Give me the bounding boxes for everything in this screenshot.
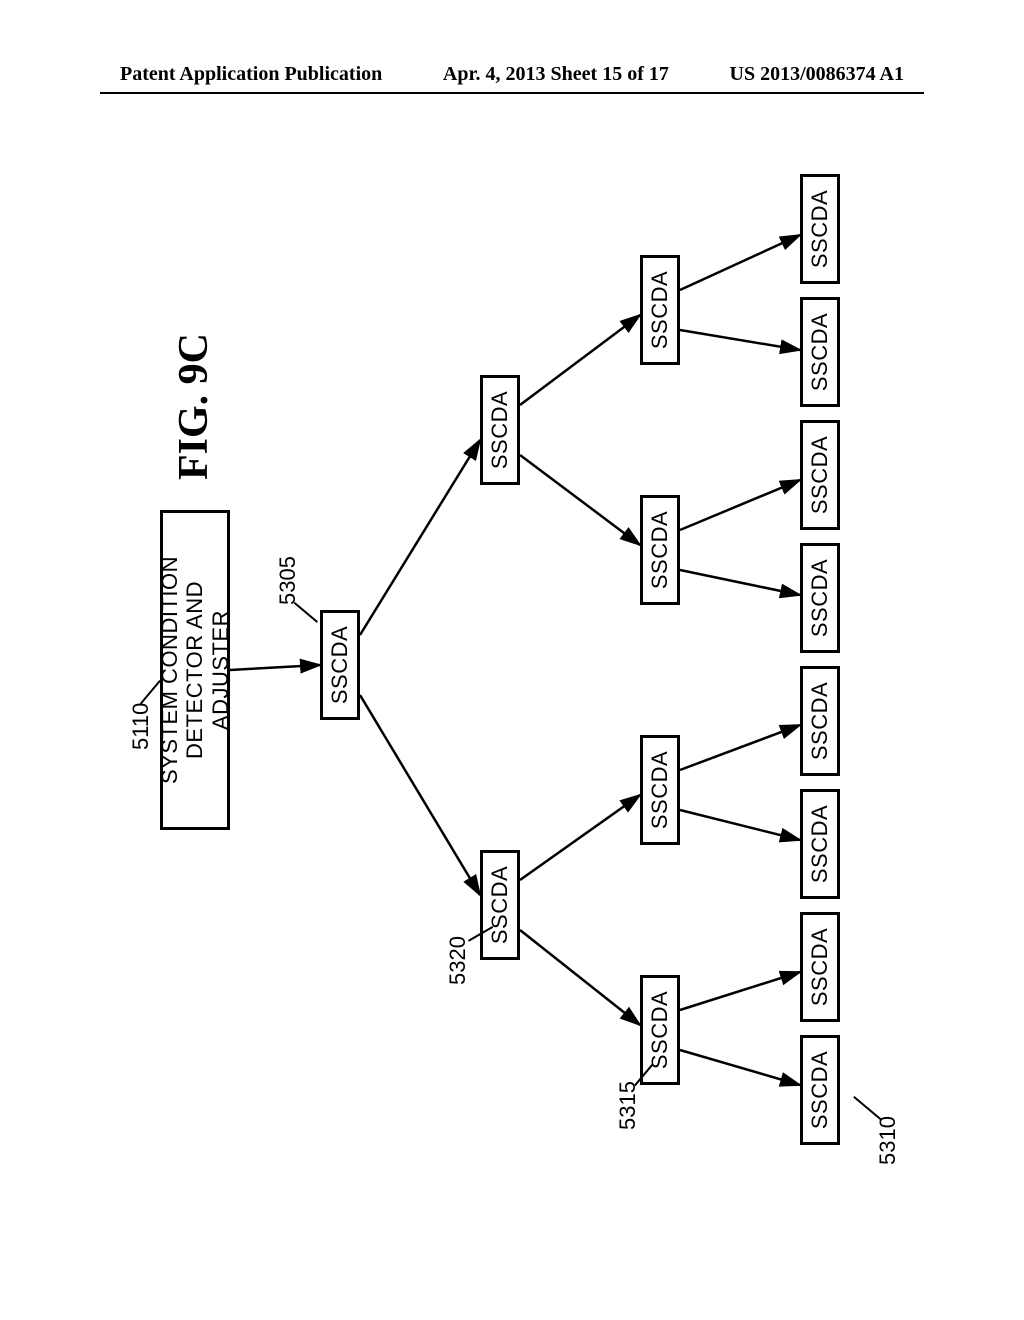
header-left: Patent Application Publication (120, 63, 382, 86)
header-rule (100, 92, 924, 94)
connectors (100, 150, 924, 1200)
figure-rotated: FIG. 9C SYSTEM CONDITION DETECTOR AND AD… (100, 150, 924, 1200)
header-right: US 2013/0086374 A1 (730, 63, 904, 86)
figure-stage: FIG. 9C SYSTEM CONDITION DETECTOR AND AD… (100, 150, 924, 1200)
header-center: Apr. 4, 2013 Sheet 15 of 17 (443, 63, 669, 86)
